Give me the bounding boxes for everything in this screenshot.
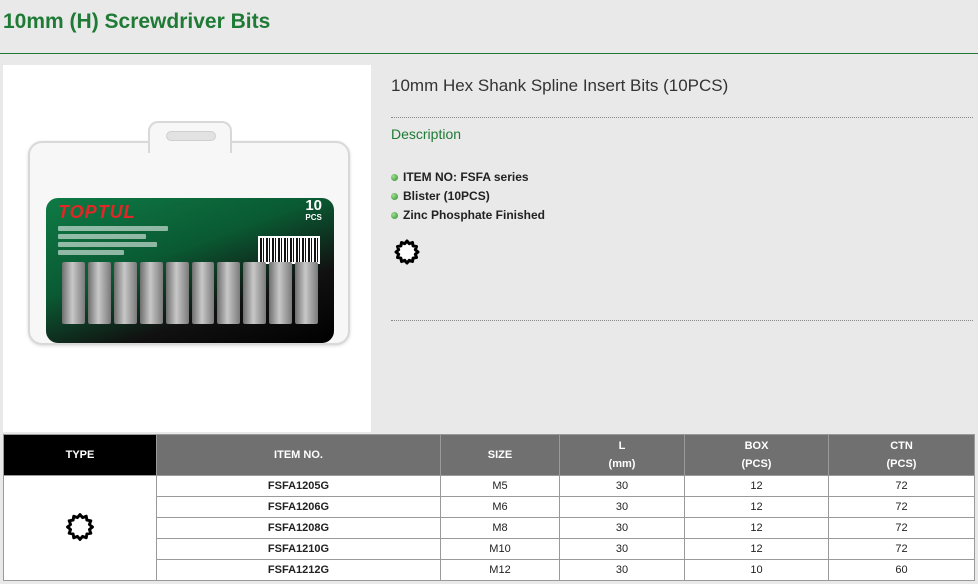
ctn-cell: 72 bbox=[828, 496, 975, 518]
size-cell: M10 bbox=[440, 538, 560, 560]
bit bbox=[62, 262, 85, 324]
col-header-type: TYPE bbox=[3, 434, 157, 476]
bit bbox=[139, 262, 163, 324]
bit bbox=[243, 262, 267, 324]
package-card: TOPTUL 10 PCS bbox=[46, 198, 334, 343]
package-count: 10 PCS bbox=[305, 198, 322, 222]
bullet-icon bbox=[391, 193, 398, 200]
bullet-icon bbox=[391, 174, 398, 181]
barcode bbox=[258, 236, 320, 264]
table-header-row: TYPE ITEM NO. SIZE L (mm) BOX (PCS) CTN (PC… bbox=[3, 434, 975, 476]
col-header-box: BOX (PCS) bbox=[684, 434, 829, 476]
page-title: 10mm (H) Screwdriver Bits bbox=[3, 10, 271, 33]
length-cell: 30 bbox=[559, 517, 685, 539]
size-cell: M8 bbox=[440, 517, 560, 539]
col-header-size: SIZE bbox=[440, 434, 560, 476]
feature-list: ITEM NO: FSFA series Blister (10PCS) Zin… bbox=[391, 168, 545, 225]
box-cell: 10 bbox=[684, 559, 829, 581]
feature-text: ITEM NO: FSFA series bbox=[403, 170, 529, 184]
col-header-ctn: CTN (PCS) bbox=[828, 434, 975, 476]
feature-text: Blister (10PCS) bbox=[403, 189, 490, 203]
length-cell: 30 bbox=[559, 538, 685, 560]
length-cell: 30 bbox=[559, 475, 685, 497]
size-cell: M5 bbox=[440, 475, 560, 497]
title-divider bbox=[0, 53, 978, 54]
bit bbox=[269, 262, 293, 324]
box-cell: 12 bbox=[684, 475, 829, 497]
type-cell bbox=[3, 475, 157, 581]
product-image: TOPTUL 10 PCS bbox=[3, 65, 371, 432]
product-name: 10mm Hex Shank Spline Insert Bits (10PCS… bbox=[391, 76, 729, 95]
bit bbox=[295, 262, 319, 324]
feature-item: Blister (10PCS) bbox=[391, 187, 545, 206]
bit-row bbox=[62, 262, 319, 324]
length-cell: 30 bbox=[559, 496, 685, 518]
bit bbox=[113, 262, 137, 324]
bullet-icon bbox=[391, 212, 398, 219]
col-header-item-no: ITEM NO. bbox=[156, 434, 441, 476]
item-no-cell: FSFA1205G bbox=[156, 475, 441, 497]
box-cell: 12 bbox=[684, 517, 829, 539]
length-cell: 30 bbox=[559, 559, 685, 581]
item-no-cell: FSFA1212G bbox=[156, 559, 441, 581]
brand-logo: TOPTUL bbox=[58, 202, 136, 222]
spline-12-point-icon bbox=[66, 512, 94, 541]
size-cell: M12 bbox=[440, 559, 560, 581]
description-label: Description bbox=[391, 126, 462, 142]
hang-tab bbox=[148, 121, 232, 153]
box-cell: 12 bbox=[684, 538, 829, 560]
ctn-cell: 60 bbox=[828, 559, 975, 581]
table-row: FSFA1205G M5 30 12 72 bbox=[3, 475, 975, 581]
bit bbox=[165, 262, 189, 324]
blister-package: TOPTUL 10 PCS bbox=[28, 121, 350, 345]
spline-12-point-icon bbox=[394, 239, 420, 265]
package-text-lines bbox=[58, 226, 168, 258]
item-no-cell: FSFA1210G bbox=[156, 538, 441, 560]
item-no-cell: FSFA1206G bbox=[156, 496, 441, 518]
box-cell: 12 bbox=[684, 496, 829, 518]
feature-item: Zinc Phosphate Finished bbox=[391, 206, 545, 225]
bit bbox=[217, 262, 241, 324]
size-cell: M6 bbox=[440, 496, 560, 518]
bit bbox=[191, 262, 215, 324]
dotted-divider bbox=[391, 320, 973, 321]
item-no-cell: FSFA1208G bbox=[156, 517, 441, 539]
spec-table: TYPE ITEM NO. SIZE L (mm) BOX (PCS) CTN (PC… bbox=[3, 434, 975, 581]
ctn-cell: 72 bbox=[828, 475, 975, 497]
dotted-divider bbox=[391, 117, 973, 118]
feature-text: Zinc Phosphate Finished bbox=[403, 208, 546, 222]
feature-item: ITEM NO: FSFA series bbox=[391, 168, 545, 187]
bit bbox=[87, 262, 111, 324]
ctn-cell: 72 bbox=[828, 538, 975, 560]
ctn-cell: 72 bbox=[828, 517, 975, 539]
col-header-l: L (mm) bbox=[559, 434, 685, 476]
